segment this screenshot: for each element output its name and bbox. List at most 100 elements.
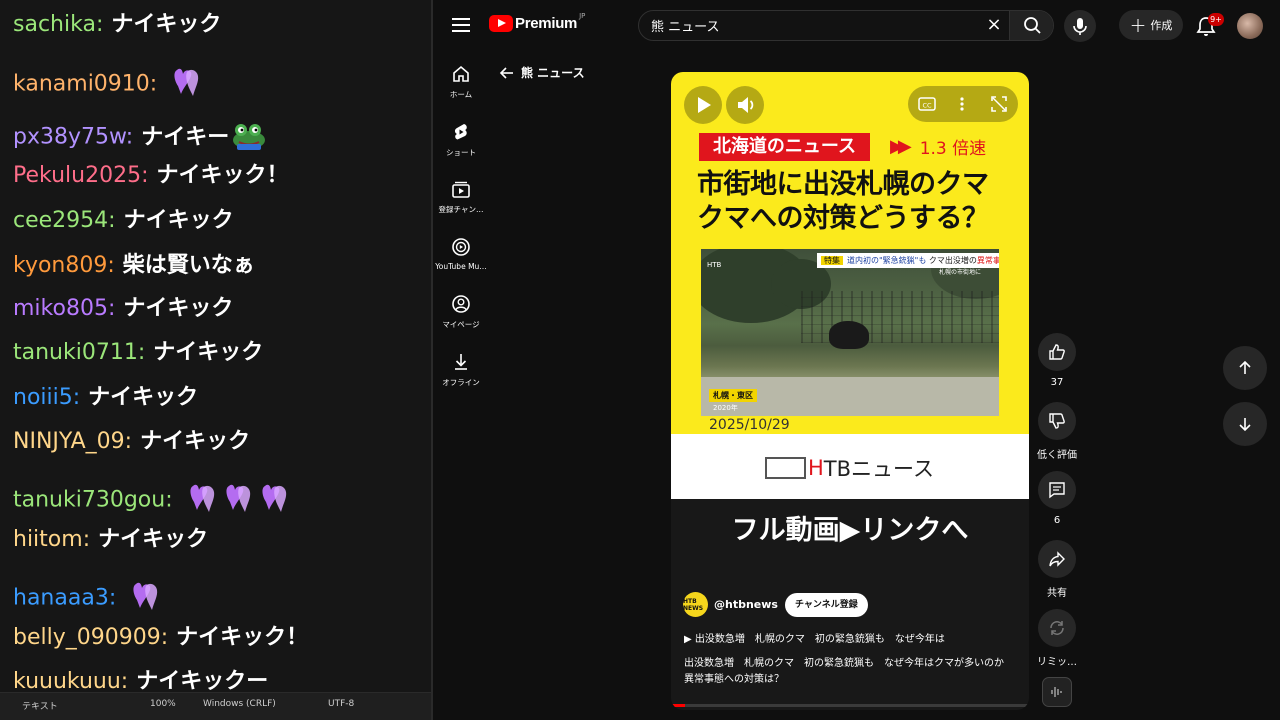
create-button[interactable]: + 作成: [1119, 10, 1183, 40]
chat-separator: :: [137, 340, 146, 365]
related-playlist-link[interactable]: ▶ 出没数急増 札幌のクマ 初の緊急銃猟も なぜ今年は: [684, 630, 945, 645]
chat-message: px38y75w: ナイキー: [13, 120, 269, 155]
status-mode[interactable]: テキスト: [22, 699, 58, 712]
chat-separator: :: [95, 12, 104, 37]
menu-icon[interactable]: [452, 18, 470, 32]
chat-separator: :: [72, 385, 81, 410]
chat-username[interactable]: cee2954: [13, 208, 108, 233]
account-icon: [452, 295, 470, 313]
like-button[interactable]: 37: [1033, 333, 1081, 388]
headline-line-1: 市街地に出没札幌のクマ: [697, 169, 989, 200]
chat-username[interactable]: NINJYA_09: [13, 429, 125, 454]
sidebar-item-offline[interactable]: オフライン: [433, 352, 489, 388]
chat-username[interactable]: kyon809: [13, 253, 107, 278]
chat-text: ナイキック！: [176, 625, 309, 650]
chat-username[interactable]: sachika: [13, 12, 96, 37]
status-zoom[interactable]: 100%: [150, 699, 176, 709]
overlay-link-text: フル動画▶リンクへ: [731, 515, 969, 546]
dislike-label: 低く評価: [1037, 450, 1077, 461]
chat-username[interactable]: kanami0910: [13, 72, 150, 97]
channel-name[interactable]: @htbnews: [714, 598, 778, 611]
youtube-play-logo-icon: [489, 15, 513, 32]
brand-box-icon: [765, 457, 806, 479]
sidebar-item-shorts[interactable]: ショート: [433, 122, 489, 158]
previous-short-button[interactable]: [1223, 346, 1267, 390]
clear-search-icon[interactable]: ×: [985, 16, 1003, 35]
channel-avatar[interactable]: HTB NEWS: [683, 592, 708, 617]
chat-separator: :: [160, 625, 169, 650]
chat-separator: :: [108, 585, 117, 611]
chat-username[interactable]: hanaaa3: [13, 586, 109, 611]
share-button[interactable]: 共有: [1033, 540, 1081, 599]
chat-pane: sachika: ナイキック kanami0910: px38y75w: ナイキー Pek…: [0, 0, 431, 720]
next-short-button[interactable]: [1223, 402, 1267, 446]
sidebar-item-youtube-music[interactable]: YouTube Mu…: [433, 237, 489, 271]
heart-emote-icon: [171, 66, 201, 103]
arrow-up-icon: [1239, 360, 1251, 374]
brand-h: H: [808, 456, 824, 480]
youtube-logo[interactable]: Premium JP: [489, 12, 585, 32]
chat-message: miko805: ナイキック: [13, 298, 233, 320]
heart-emote-icon: [223, 482, 253, 519]
search-icon: [1024, 17, 1041, 34]
status-encoding[interactable]: UTF-8: [328, 699, 354, 709]
sidebar-item-home[interactable]: ホーム: [433, 64, 489, 100]
dislike-button[interactable]: 低く評価: [1033, 402, 1081, 461]
chat-message: tanuki0711: ナイキック: [13, 342, 263, 364]
chat-text: ナイキック: [123, 296, 234, 321]
chat-username[interactable]: tanuki730gou: [13, 488, 165, 513]
chat-message: tanuki730gou:: [13, 482, 289, 519]
chat-message: kanami0910:: [13, 66, 201, 103]
comments-button[interactable]: 6: [1033, 471, 1081, 526]
sidebar-item-label: ショート: [446, 148, 476, 157]
back-button[interactable]: 熊 ニュース: [499, 64, 585, 81]
search-button[interactable]: [1009, 11, 1053, 40]
back-label: 熊 ニュース: [521, 66, 585, 80]
chat-message: cee2954: ナイキック: [13, 210, 234, 232]
video-description[interactable]: 出没数急増 札幌のクマ 初の緊急銃猟も なぜ今年はクマが多いのか 異常事態への対…: [684, 656, 1020, 688]
search-input[interactable]: [651, 11, 981, 40]
short-player[interactable]: CC 北海道のニュース ▶▶ 1.3 倍速 市街地に出没札幌のクマ クマへの対策…: [671, 72, 1029, 710]
sidebar-item-my-page[interactable]: マイページ: [433, 294, 489, 330]
sidebar-item-subscriptions[interactable]: 登録チャン…: [433, 179, 489, 215]
fullscreen-icon[interactable]: [990, 95, 1008, 113]
sidebar-item-label: マイページ: [442, 320, 480, 329]
chat-username[interactable]: noiii5: [13, 385, 73, 410]
sound-button[interactable]: [1033, 677, 1081, 713]
chat-username[interactable]: miko805: [13, 296, 108, 321]
chat-username[interactable]: belly_090909: [13, 625, 161, 650]
chat-username[interactable]: hiitom: [13, 527, 83, 552]
volume-button[interactable]: [726, 86, 764, 124]
status-line-ending[interactable]: Windows (CRLF): [203, 699, 276, 709]
subscribe-button[interactable]: チャンネル登録: [784, 592, 868, 617]
chat-separator: :: [149, 71, 158, 97]
chat-separator: :: [107, 253, 115, 278]
sidebar-item-label: ホーム: [449, 90, 473, 99]
account-avatar[interactable]: [1237, 13, 1263, 39]
remix-button[interactable]: リミッ…: [1033, 609, 1081, 668]
closed-captions-icon[interactable]: CC: [918, 96, 936, 112]
fast-forward-icon: ▶▶: [890, 136, 912, 157]
chat-username[interactable]: Pekulu2025: [13, 163, 141, 188]
chat-username[interactable]: px38y75w: [13, 125, 126, 150]
heart-emote-icon: [130, 580, 160, 617]
photo-caption-red: 異常事態: [976, 256, 999, 265]
voice-search-button[interactable]: [1064, 10, 1096, 42]
more-options-icon[interactable]: [955, 95, 969, 113]
comment-icon: [1049, 482, 1065, 499]
chat-message: noiii5: ナイキック: [13, 387, 198, 409]
chat-separator: :: [165, 487, 173, 513]
play-button[interactable]: [684, 86, 722, 124]
chat-username[interactable]: kuuukuuu: [13, 669, 121, 694]
sidebar-item-label: 登録チャン…: [438, 205, 484, 214]
logo-text: Premium: [515, 15, 578, 32]
htb-news-brand: H TBニュース: [765, 453, 934, 483]
share-label: 共有: [1047, 588, 1067, 599]
news-photo: HTB 特集道内初の"緊急銃猟"も クマ出没増の異常事態 札幌の市街地に 札幌・…: [701, 249, 999, 416]
chat-username[interactable]: tanuki0711: [13, 340, 138, 365]
chat-separator: :: [120, 669, 129, 694]
date-label: 2025/10/29: [709, 417, 790, 433]
sidebar-item-label: オフライン: [442, 378, 480, 387]
speaker-icon: [738, 97, 754, 113]
video-progress-bar[interactable]: [671, 704, 1029, 707]
